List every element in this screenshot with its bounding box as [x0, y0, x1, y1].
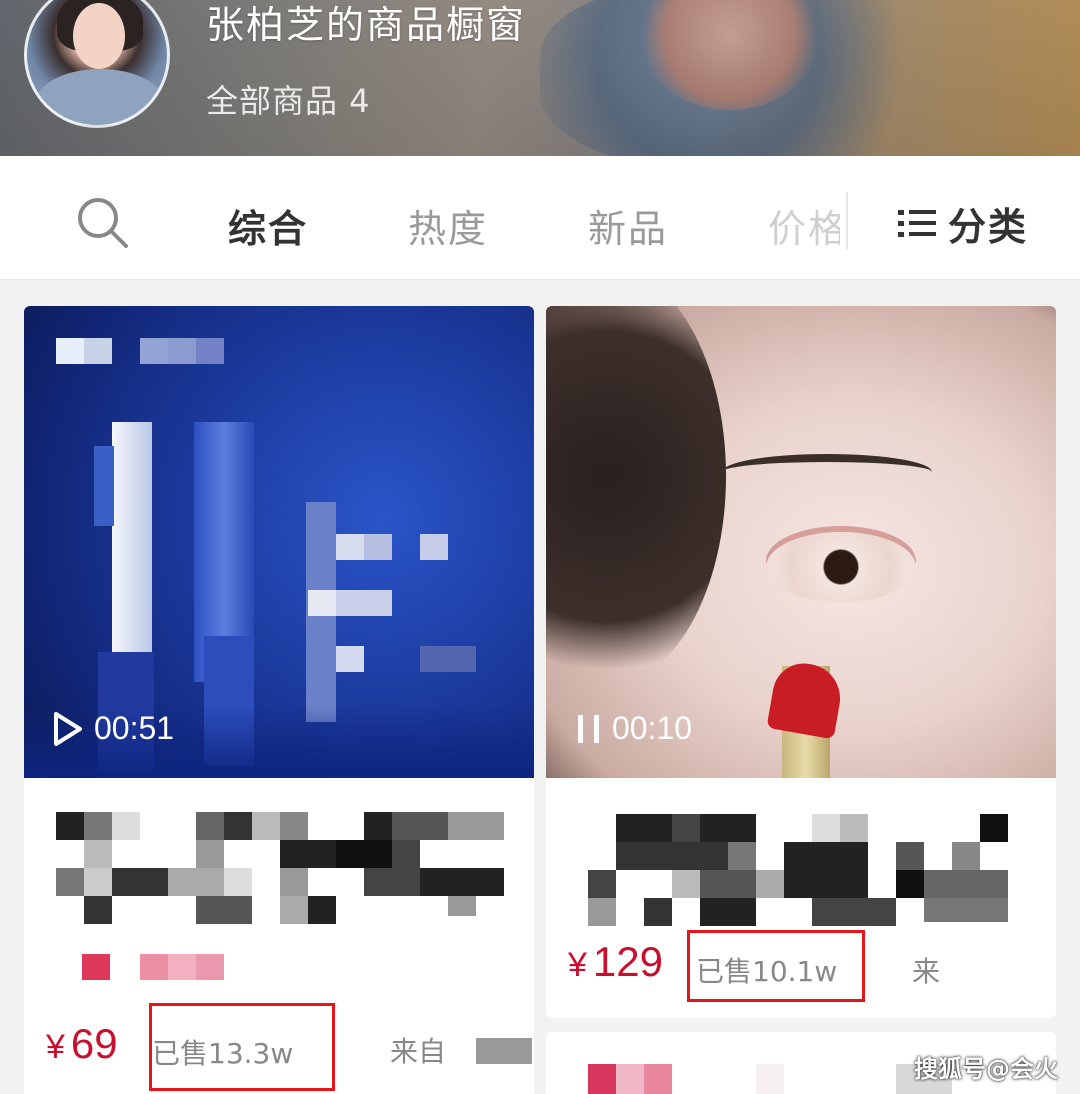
shop-header: 张柏芝的商品橱窗 全部商品 4: [0, 0, 1080, 156]
search-icon[interactable]: [74, 194, 130, 250]
tab-divider: [846, 192, 848, 250]
product-price: ¥69: [46, 1020, 118, 1067]
product-card[interactable]: 00:51 ¥ 69 已售13.3w 来自: [24, 306, 534, 1094]
product-video-thumbnail[interactable]: 00:10: [546, 306, 1056, 778]
play-icon: [54, 711, 82, 746]
product-video-thumbnail[interactable]: 00:51: [24, 306, 534, 778]
tab-popularity[interactable]: 热度: [408, 198, 488, 253]
sort-tabs-bar: 综合 热度 新品 价格 分类: [0, 156, 1080, 280]
avatar[interactable]: [24, 0, 170, 128]
product-count: 全部商品 4: [206, 82, 371, 120]
tab-comprehensive[interactable]: 综合: [228, 198, 308, 253]
list-icon: [898, 209, 936, 237]
video-duration-badge: 00:51: [52, 710, 174, 747]
category-button[interactable]: 分类: [898, 196, 1028, 251]
tab-new[interactable]: 新品: [588, 198, 668, 253]
sold-highlight-box: [149, 1003, 335, 1091]
product-price: ¥129: [568, 938, 663, 985]
product-showcase-page: 张柏芝的商品橱窗 全部商品 4 综合 热度 新品 价格 分类 00:51 ¥ 6…: [0, 0, 1080, 1094]
sold-highlight-box: [687, 930, 865, 1002]
video-duration: 00:10: [612, 710, 693, 746]
shop-title: 张柏芝的商品橱窗: [206, 3, 527, 47]
category-label: 分类: [948, 205, 1029, 249]
source-label: 来: [912, 955, 941, 988]
video-duration: 00:51: [94, 710, 175, 746]
tab-price[interactable]: 价格: [768, 198, 840, 253]
pause-icon: [578, 714, 599, 743]
video-duration-badge: 00:10: [576, 710, 692, 747]
source-label: 来自: [390, 1035, 447, 1068]
product-card[interactable]: 00:10 ¥129 已售10.1w 来: [546, 306, 1056, 1018]
watermark: 搜狐号@会火: [914, 1055, 1058, 1083]
